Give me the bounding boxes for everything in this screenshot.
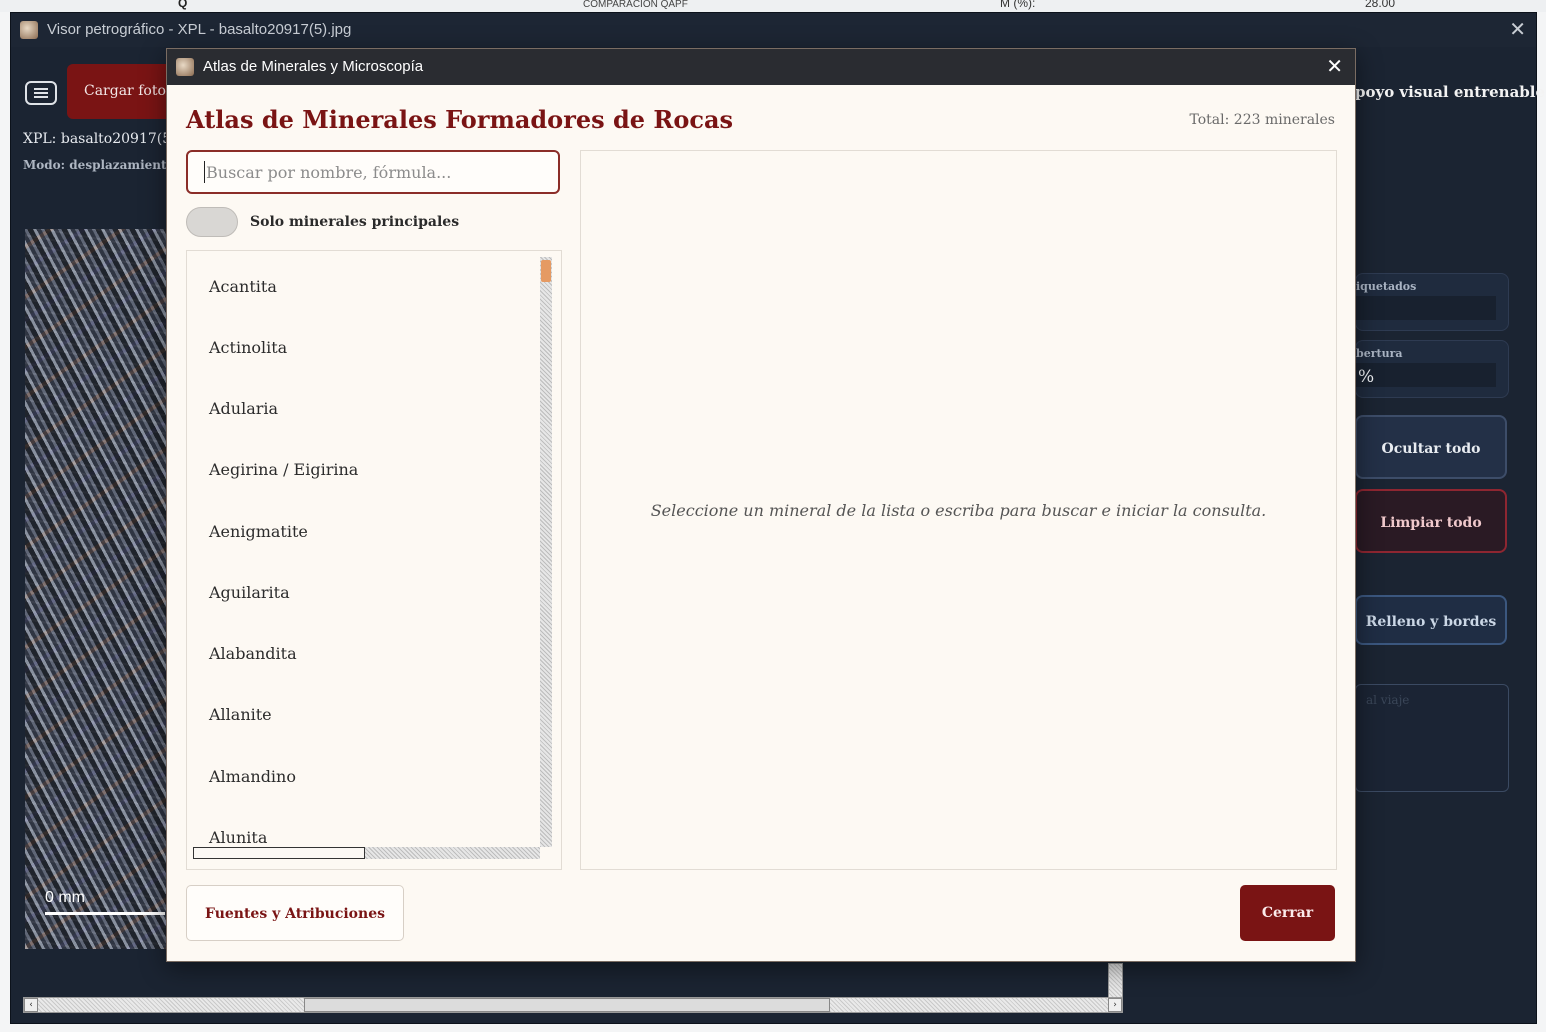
dialog-window-title: Atlas de Minerales y Microscopía xyxy=(203,58,424,75)
right-panel-heading: poyo visual entrenable xyxy=(1355,83,1546,101)
coverage-stat-label: bertura xyxy=(1356,347,1403,360)
file-label: XPL: basalto20917(5 xyxy=(23,131,172,147)
list-item[interactable]: Almandino xyxy=(209,767,296,786)
horizontal-scrollbar-thumb[interactable] xyxy=(193,847,365,859)
right-panel: poyo visual entrenable iquetados bertura… xyxy=(1355,57,1545,997)
mode-label: Modo: desplazamiento xyxy=(23,158,175,172)
list-item[interactable]: Aguilarita xyxy=(209,583,290,602)
scale-bar xyxy=(45,912,165,915)
coverage-stat-value: % xyxy=(1358,367,1375,387)
detail-hint: Seleccione un mineral de la lista o escr… xyxy=(650,501,1267,520)
notes-field[interactable]: al viaje xyxy=(1355,684,1509,792)
sources-button[interactable]: Fuentes y Atribuciones xyxy=(186,885,404,941)
scroll-right-icon[interactable]: › xyxy=(1108,998,1122,1012)
close-button[interactable]: Cerrar xyxy=(1240,885,1335,941)
list-item[interactable]: Alabandita xyxy=(209,644,297,663)
hide-all-button[interactable]: Ocultar todo xyxy=(1355,415,1507,479)
mineral-list-vertical-scrollbar[interactable] xyxy=(540,257,552,847)
backdrop-q-label: Q xyxy=(178,0,188,10)
dialog-close-icon[interactable]: ✕ xyxy=(1326,54,1343,79)
scrollbar-thumb[interactable] xyxy=(304,998,830,1012)
list-item[interactable]: Actinolita xyxy=(209,338,287,357)
list-item[interactable]: Adularia xyxy=(209,399,278,418)
notes-placeholder: al viaje xyxy=(1366,693,1410,707)
list-item[interactable]: Alunita xyxy=(209,828,267,847)
coverage-stat-box: bertura % xyxy=(1355,340,1509,398)
list-item[interactable]: Aegirina / Eigirina xyxy=(209,460,358,479)
fill-borders-button[interactable]: Relleno y bordes xyxy=(1355,595,1507,645)
backdrop-m-label: M (%): xyxy=(1000,0,1036,10)
mineral-detail-panel: Seleccione un mineral de la lista o escr… xyxy=(580,150,1337,870)
image-vertical-scrollbar[interactable] xyxy=(1108,963,1123,999)
image-horizontal-scrollbar[interactable]: ‹ › xyxy=(23,997,1123,1013)
backdrop-left xyxy=(0,12,10,1032)
scroll-left-icon[interactable]: ‹ xyxy=(24,998,38,1012)
mineral-list-horizontal-scrollbar[interactable] xyxy=(193,847,540,859)
coverage-stat-field xyxy=(1356,363,1496,387)
scale-label: 0 mm xyxy=(45,889,85,906)
dialog-titlebar: Atlas de Minerales y Microscopía ✕ xyxy=(167,49,1355,85)
menu-icon[interactable] xyxy=(25,81,57,105)
visor-close-icon[interactable]: ✕ xyxy=(1509,17,1526,42)
list-item[interactable]: Acantita xyxy=(209,277,277,296)
visor-titlebar: Visor petrográfico - XPL - basalto20917(… xyxy=(11,13,1536,47)
atlas-heading: Atlas de Minerales Formadores de Rocas xyxy=(186,105,734,134)
dialog-logo-icon xyxy=(176,58,194,76)
mineral-search-input[interactable] xyxy=(186,150,560,194)
main-minerals-toggle-label: Solo minerales principales xyxy=(250,214,460,230)
clear-all-button[interactable]: Limpiar todo xyxy=(1355,489,1507,553)
mineral-list: Acantita Actinolita Adularia Aegirina / … xyxy=(186,250,562,870)
atlas-dialog: Atlas de Minerales y Microscopía ✕ Atlas… xyxy=(166,48,1356,962)
mineral-total: Total: 223 minerales xyxy=(1189,112,1335,128)
backdrop-m-value: 28.00 xyxy=(1365,0,1396,10)
labeled-stat-field xyxy=(1356,296,1496,320)
list-item[interactable]: Aenigmatite xyxy=(209,522,308,541)
app-logo-icon xyxy=(20,21,38,39)
vertical-scrollbar-thumb[interactable] xyxy=(541,260,551,282)
labeled-stat-label: iquetados xyxy=(1356,280,1417,293)
load-photo-button[interactable]: Cargar fotor xyxy=(67,64,177,119)
visor-window-title: Visor petrográfico - XPL - basalto20917(… xyxy=(47,21,352,38)
labeled-stat-box: iquetados xyxy=(1355,273,1509,331)
main-minerals-toggle[interactable] xyxy=(186,207,238,237)
text-caret xyxy=(204,161,205,183)
backdrop-qapf-label: COMPARACIÓN QAPF xyxy=(583,0,688,10)
list-item[interactable]: Allanite xyxy=(209,705,272,724)
thin-section-image[interactable] xyxy=(25,229,170,949)
